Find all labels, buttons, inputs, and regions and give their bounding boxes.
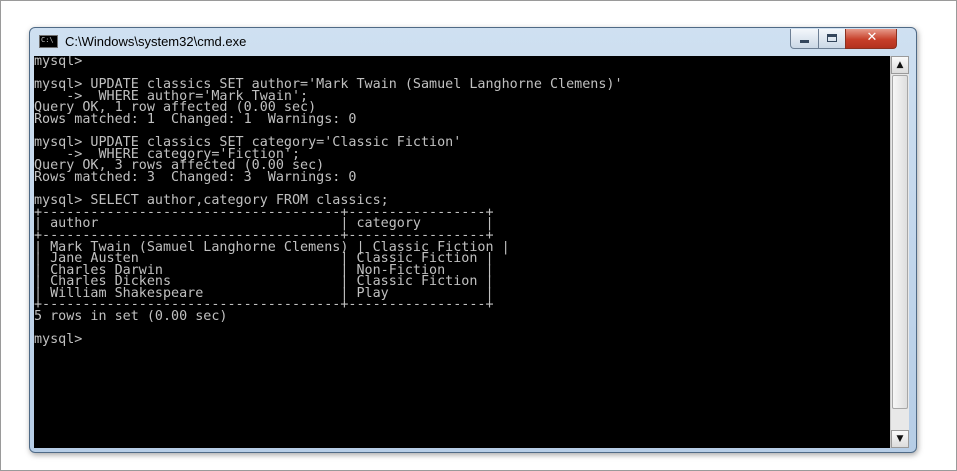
maximize-button[interactable] bbox=[818, 29, 846, 49]
scroll-thumb[interactable] bbox=[892, 75, 908, 409]
console-app-icon[interactable]: C:\ bbox=[39, 35, 58, 48]
console-output[interactable]: mysql> mysql> UPDATE classics SET author… bbox=[34, 56, 890, 448]
scroll-down-icon: ▼ bbox=[896, 434, 904, 444]
close-button[interactable]: ✕ bbox=[845, 29, 897, 49]
console-text: mysql> mysql> UPDATE classics SET author… bbox=[34, 56, 623, 346]
console-line: Rows matched: 1 Changed: 1 Warnings: 0 bbox=[34, 111, 357, 127]
scroll-up-icon: ▲ bbox=[896, 60, 904, 70]
console-line: 5 rows in set (0.00 sec) bbox=[34, 309, 228, 325]
console-line: Rows matched: 3 Changed: 3 Warnings: 0 bbox=[34, 169, 357, 185]
window-title: C:\Windows\system32\cmd.exe bbox=[65, 34, 247, 49]
minimize-icon bbox=[800, 40, 809, 43]
console-app-icon-label: C:\ bbox=[41, 36, 54, 44]
console-line: mysql> bbox=[34, 332, 83, 348]
cmd-window[interactable]: C:\ C:\Windows\system32\cmd.exe ✕ mysql>… bbox=[29, 27, 917, 453]
minimize-button[interactable] bbox=[790, 29, 819, 49]
console-line: mysql> bbox=[34, 56, 83, 69]
scroll-up-button[interactable]: ▲ bbox=[891, 56, 909, 74]
scroll-down-button[interactable]: ▼ bbox=[891, 430, 909, 448]
close-icon: ✕ bbox=[866, 30, 878, 45]
vertical-scrollbar[interactable]: ▲ ▼ bbox=[890, 56, 909, 448]
maximize-icon bbox=[827, 34, 837, 42]
title-bar[interactable]: C:\ C:\Windows\system32\cmd.exe ✕ bbox=[30, 28, 916, 56]
